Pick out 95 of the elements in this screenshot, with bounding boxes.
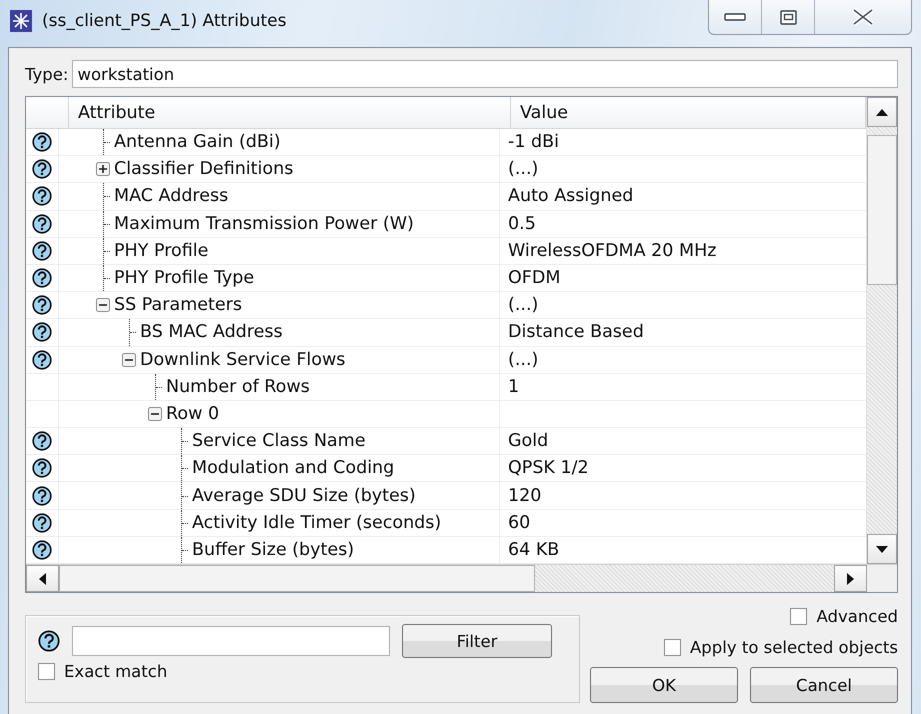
attribute-name[interactable]: Antenna Gain (dBi) xyxy=(114,132,281,152)
down-arrow-icon xyxy=(876,546,888,552)
attribute-value[interactable]: 60 xyxy=(508,512,530,533)
collapse-icon[interactable] xyxy=(148,406,162,421)
close-icon xyxy=(851,8,875,26)
table-row[interactable]: MAC Address Auto Assigned xyxy=(26,183,866,211)
help-icon xyxy=(32,295,52,316)
help-icon xyxy=(32,159,52,180)
scroll-down-button[interactable] xyxy=(867,534,897,564)
type-field[interactable]: workstation xyxy=(72,60,898,88)
up-arrow-icon xyxy=(876,108,888,116)
table-row[interactable]: PHY Profile WirelessOFDMA 20 MHz xyxy=(26,238,866,265)
help-icon xyxy=(32,540,52,560)
help-icon xyxy=(32,186,52,206)
attribute-name[interactable]: PHY Profile Type xyxy=(114,268,254,288)
attribute-value[interactable]: 1 xyxy=(508,376,520,397)
attribute-name[interactable]: Downlink Service Flows xyxy=(140,350,346,370)
attribute-value[interactable]: 120 xyxy=(508,486,542,506)
scroll-left-button[interactable] xyxy=(26,565,59,592)
maximize-icon xyxy=(780,10,796,24)
attribute-value[interactable]: WirelessOFDMA 20 MHz xyxy=(508,240,716,261)
attribute-name[interactable]: Buffer Size (bytes) xyxy=(192,540,354,560)
attribute-name[interactable]: PHY Profile xyxy=(114,240,208,261)
checkbox[interactable] xyxy=(38,663,55,680)
checkbox[interactable] xyxy=(664,639,682,656)
column-header[interactable]: Attribute xyxy=(69,97,511,128)
attribute-value[interactable]: (...) xyxy=(508,295,538,316)
app-icon xyxy=(10,10,32,32)
attribute-name[interactable]: Activity Idle Timer (seconds) xyxy=(192,512,442,533)
attribute-value[interactable]: 64 KB xyxy=(508,540,560,560)
table-row[interactable]: Antenna Gain (dBi) -1 dBi xyxy=(26,129,866,156)
attribute-name[interactable]: Row 0 xyxy=(166,404,220,424)
attribute-value[interactable]: (...) xyxy=(508,159,538,180)
table-row[interactable]: Downlink Service Flows (...) xyxy=(26,346,866,374)
table-row[interactable]: Service Class Name Gold xyxy=(26,428,866,456)
table-row[interactable]: Average SDU Size (bytes) 120 xyxy=(26,482,866,510)
ok-button[interactable]: OK xyxy=(590,667,738,703)
table-row[interactable]: Modulation and Coding QPSK 1/2 xyxy=(26,455,866,482)
attribute-name[interactable]: MAC Address xyxy=(114,186,228,206)
table-row[interactable]: Maximum Transmission Power (W) 0.5 xyxy=(26,210,866,238)
attribute-name[interactable]: Modulation and Coding xyxy=(192,458,394,478)
table-row[interactable]: Activity Idle Timer (seconds) 60 xyxy=(26,510,866,537)
column-header[interactable]: Value xyxy=(511,97,866,128)
attribute-name[interactable]: Number of Rows xyxy=(166,376,310,397)
attribute-value[interactable]: Auto Assigned xyxy=(508,186,634,206)
collapse-icon[interactable] xyxy=(122,352,136,367)
attribute-name[interactable]: SS Parameters xyxy=(114,295,242,316)
table-row[interactable]: PHY Profile Type OFDM xyxy=(26,264,866,292)
attribute-name[interactable]: Average SDU Size (bytes) xyxy=(192,486,416,506)
attribute-value[interactable]: Distance Based xyxy=(508,322,644,342)
collapse-icon[interactable] xyxy=(96,298,110,312)
scroll-thumb[interactable] xyxy=(59,565,535,592)
table-row[interactable]: Buffer Size (bytes) 64 KB xyxy=(26,536,866,564)
attribute-value[interactable]: OFDM xyxy=(508,268,560,288)
checkbox[interactable] xyxy=(790,608,808,625)
help-icon xyxy=(32,240,52,261)
help-icon xyxy=(32,322,52,342)
left-arrow-icon xyxy=(39,572,46,584)
checkbox-label[interactable]: Advanced xyxy=(816,607,898,626)
filter-field[interactable] xyxy=(72,626,390,656)
help-icon xyxy=(32,458,52,478)
attribute-name[interactable]: Service Class Name xyxy=(192,431,366,452)
attribute-value[interactable]: Gold xyxy=(508,431,548,452)
help-icon xyxy=(32,268,52,288)
table-row[interactable]: BS MAC Address Distance Based xyxy=(26,319,866,346)
attribute-name[interactable]: BS MAC Address xyxy=(140,322,283,342)
expand-icon[interactable] xyxy=(96,162,110,176)
cancel-button[interactable]: Cancel xyxy=(750,667,898,703)
table-row[interactable]: SS Parameters (...) xyxy=(26,292,866,320)
attribute-value[interactable]: 0.5 xyxy=(508,214,536,234)
attribute-value[interactable]: (...) xyxy=(508,350,538,370)
scroll-right-button[interactable] xyxy=(834,565,867,592)
window-title: (ss_client_PS_A_1) Attributes xyxy=(42,11,286,31)
attribute-name[interactable]: Classifier Definitions xyxy=(114,159,294,180)
help-icon xyxy=(32,486,52,506)
right-arrow-icon xyxy=(847,572,854,584)
attribute-value[interactable]: QPSK 1/2 xyxy=(508,458,589,478)
table-row[interactable]: Number of Rows 1 xyxy=(26,374,866,401)
attribute-name[interactable]: Maximum Transmission Power (W) xyxy=(114,214,414,234)
help-icon xyxy=(32,132,52,152)
help-icon xyxy=(32,214,52,234)
table-row[interactable]: Row 0 xyxy=(26,400,866,428)
checkbox-label[interactable]: Apply to selected objects xyxy=(690,638,898,657)
scrollbar-corner xyxy=(867,565,897,592)
scroll-thumb[interactable] xyxy=(867,135,897,285)
checkbox-label[interactable]: Exact match xyxy=(64,662,168,681)
help-icon xyxy=(32,431,52,452)
attribute-value[interactable]: -1 dBi xyxy=(508,132,559,152)
help-icon xyxy=(32,350,52,370)
scroll-up-button[interactable] xyxy=(867,97,897,127)
help-icon xyxy=(32,512,52,533)
minimize-icon xyxy=(724,13,746,21)
table-row[interactable]: Classifier Definitions (...) xyxy=(26,156,866,184)
filter-button[interactable]: Filter xyxy=(402,624,552,658)
type-label: Type: xyxy=(25,64,68,84)
